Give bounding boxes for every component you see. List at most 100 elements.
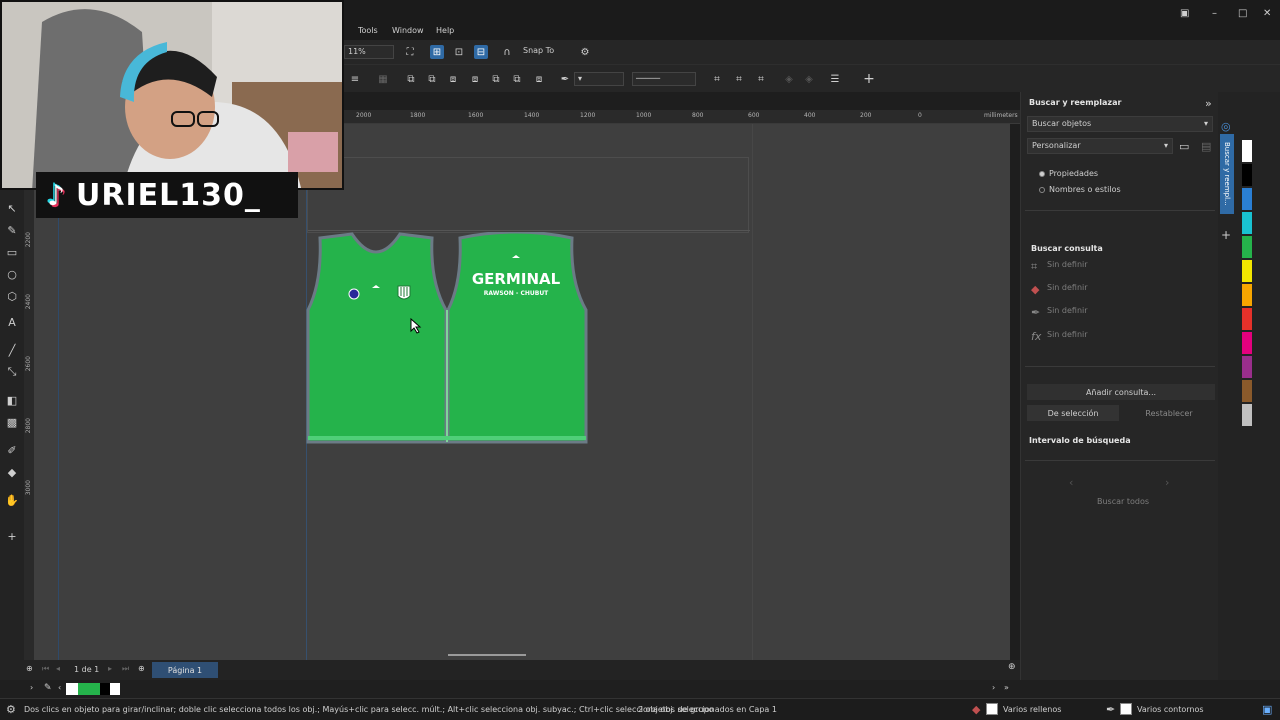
settings-gear-icon[interactable]: ⚙ — [578, 45, 592, 59]
align-icon[interactable]: ≡ — [348, 72, 362, 86]
connector-tool-icon[interactable]: ⤡ — [4, 364, 20, 380]
trim-icon[interactable]: ⧈ — [446, 72, 460, 86]
palette-swatch[interactable] — [1242, 332, 1252, 354]
from-selection-button[interactable]: De selección — [1027, 405, 1119, 421]
wrap-text-icon[interactable]: ⌗ — [732, 72, 746, 86]
menu-window[interactable]: Window — [392, 26, 424, 35]
binoculars-icon[interactable]: ◎ — [1221, 120, 1231, 133]
full-screen-icon[interactable]: ⛶ — [403, 45, 417, 59]
query-item[interactable]: Sin definir — [1047, 260, 1088, 269]
arrow-start-icon[interactable]: ◈ — [782, 72, 796, 86]
transparency-tool-icon[interactable]: ▩ — [4, 414, 20, 430]
palette-swatch[interactable] — [1242, 260, 1252, 282]
radio-properties[interactable]: Propiedades — [1039, 169, 1098, 178]
group-icon[interactable]: ▦ — [376, 72, 390, 86]
parallel-dimension-icon[interactable]: ╱ — [4, 342, 20, 358]
palette-swatch[interactable] — [1242, 140, 1252, 162]
arrow-end-icon[interactable]: ◈ — [802, 72, 816, 86]
tab-find-replace[interactable]: Buscar y reempl... — [1220, 134, 1234, 214]
color-swatch-black[interactable] — [100, 683, 110, 695]
add-query-button[interactable]: Añadir consulta... — [1027, 384, 1215, 400]
palette-scroll-right-icon[interactable]: › — [992, 683, 995, 692]
palette-swatch[interactable] — [1242, 188, 1252, 210]
rectangle-tool-icon[interactable]: ▭ — [4, 244, 20, 260]
polygon-tool-icon[interactable]: ⬡ — [4, 288, 20, 304]
add-docker-icon[interactable]: + — [1221, 228, 1231, 242]
show-rulers-icon[interactable]: ⊞ — [430, 45, 444, 59]
add-tool-icon[interactable]: + — [4, 528, 20, 544]
notification-icon[interactable]: ▣ — [1262, 703, 1272, 716]
first-page-icon[interactable]: ⏮ — [42, 664, 49, 674]
horizontal-scrollbar[interactable] — [448, 654, 526, 656]
crop-icon[interactable]: ⌗ — [710, 72, 724, 86]
vertical-ruler[interactable]: 2200 2400 2600 2800 3000 — [24, 124, 34, 660]
color-swatch-white[interactable] — [110, 683, 120, 695]
line-style-dropdown[interactable]: ───── — [632, 72, 696, 86]
zoom-navigator-icon[interactable]: ⊕ — [1008, 662, 1016, 672]
eyedropper-tool-icon[interactable]: ✐ — [4, 442, 20, 458]
no-color-swatch[interactable] — [66, 683, 78, 695]
color-swatch-green[interactable] — [78, 683, 100, 695]
intersect-icon[interactable]: ⧈ — [468, 72, 482, 86]
palette-swatch[interactable] — [1242, 212, 1252, 234]
weld-icon[interactable]: ⧉ — [425, 72, 439, 86]
add-page-icon[interactable]: ⊕ — [138, 664, 145, 673]
close-button[interactable]: ✕ — [1263, 8, 1271, 19]
outline-swatch[interactable] — [1120, 703, 1132, 715]
palette-eyedropper-icon[interactable]: ✎ — [44, 683, 52, 693]
palette-swatch[interactable] — [1242, 356, 1252, 378]
tab-page-1[interactable]: Página 1 — [152, 662, 218, 678]
outline-pen-icon[interactable]: ✒ — [558, 72, 572, 86]
ellipse-tool-icon[interactable]: ○ — [4, 266, 20, 282]
shadow-tool-icon[interactable]: ◧ — [4, 392, 20, 408]
simplify-icon[interactable]: ⧉ — [489, 72, 503, 86]
jersey-artwork[interactable]: GERMINAL RAWSON - CHUBUT — [306, 232, 590, 446]
save-preset-icon[interactable]: ▤ — [1201, 140, 1211, 153]
back-minus-front-icon[interactable]: ⧈ — [532, 72, 546, 86]
next-page-icon[interactable]: ▸ — [108, 664, 112, 673]
snap-to-dropdown[interactable]: Snap To — [520, 45, 564, 59]
palette-menu-icon[interactable]: › — [30, 683, 33, 692]
snap-magnet-icon[interactable]: ∩ — [500, 45, 514, 59]
palette-swatch[interactable] — [1242, 404, 1252, 426]
front-minus-back-icon[interactable]: ⧉ — [510, 72, 524, 86]
preset-select[interactable]: Personalizar ▾ — [1027, 138, 1173, 154]
reset-button[interactable]: Restablecer — [1123, 405, 1215, 421]
fill-swatch[interactable] — [986, 703, 998, 715]
palette-swatch[interactable] — [1242, 236, 1252, 258]
find-all-button[interactable]: Buscar todos — [1097, 497, 1149, 506]
query-item[interactable]: Sin definir — [1047, 283, 1088, 292]
maximize-button[interactable]: □ — [1238, 8, 1247, 19]
zoom-dropdown[interactable]: 11% — [344, 45, 394, 59]
radio-names-styles[interactable]: Nombres o estilos — [1039, 185, 1121, 194]
minimize-button[interactable]: – — [1212, 8, 1217, 19]
find-previous-icon[interactable]: ‹ — [1069, 476, 1073, 489]
text-tool-icon[interactable]: A — [4, 314, 20, 330]
restore-app-icon[interactable]: ▣ — [1180, 8, 1189, 19]
combine-icon[interactable]: ⧉ — [404, 72, 418, 86]
align-distribute-icon[interactable]: ☰ — [828, 72, 842, 86]
expand-docker-icon[interactable]: » — [1205, 97, 1212, 110]
palette-swatch[interactable] — [1242, 380, 1252, 402]
previous-page-icon[interactable]: ◂ — [56, 664, 60, 673]
horizontal-ruler[interactable]: 2000 1800 1600 1400 1200 1000 800 600 40… — [344, 110, 1020, 124]
outline-width-dropdown[interactable]: ▾ — [574, 72, 624, 86]
open-folder-icon[interactable]: ▭ — [1179, 140, 1189, 153]
interactive-fill-icon[interactable]: ◆ — [4, 464, 20, 480]
palette-swatch[interactable] — [1242, 284, 1252, 306]
palette-expand-icon[interactable]: » — [1004, 683, 1009, 692]
freehand-tool-icon[interactable]: ✎ — [4, 222, 20, 238]
pick-tool-icon[interactable]: ↖ — [4, 200, 20, 216]
status-settings-icon[interactable]: ⚙ — [6, 703, 16, 716]
query-item[interactable]: Sin definir — [1047, 330, 1088, 339]
palette-swatch[interactable] — [1242, 164, 1252, 186]
add-icon[interactable]: + — [862, 71, 876, 87]
zoom-page-icon[interactable]: ⊕ — [26, 664, 33, 673]
lock-icon[interactable]: ⌗ — [754, 72, 768, 86]
palette-swatch[interactable] — [1242, 308, 1252, 330]
menu-tools[interactable]: Tools — [358, 26, 378, 35]
smart-fill-icon[interactable]: ✋ — [4, 492, 20, 508]
menu-help[interactable]: Help — [436, 26, 454, 35]
show-guides-icon[interactable]: ⊟ — [474, 45, 488, 59]
find-next-icon[interactable]: › — [1165, 476, 1169, 489]
